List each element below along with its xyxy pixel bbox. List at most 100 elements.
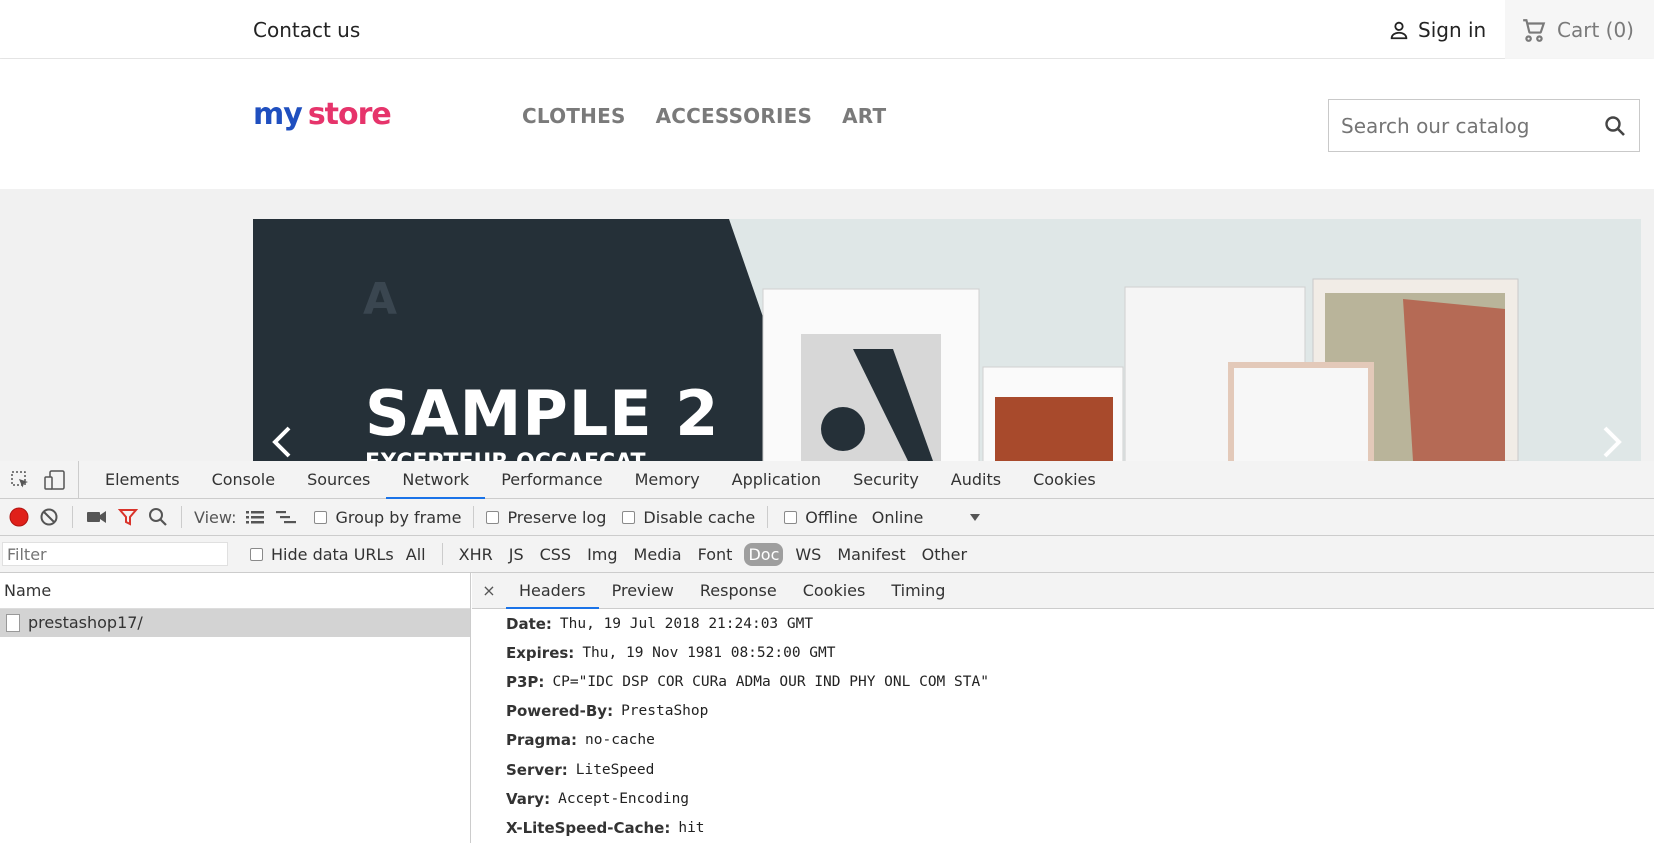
slider-next-icon[interactable]: [1597, 422, 1627, 461]
header-row-litespeed-cache: X-LiteSpeed-Cache: hit: [506, 813, 1654, 842]
checkbox-box: [486, 510, 500, 524]
tab-audits[interactable]: Audits: [935, 461, 1017, 499]
header-value: PrestaShop: [621, 703, 709, 720]
checkbox-box: [622, 510, 636, 524]
record-icon[interactable]: [8, 506, 30, 528]
toolbar-divider: [72, 506, 73, 528]
header-key: Date:: [506, 614, 552, 633]
slide-title: SAMPLE 2: [365, 377, 720, 450]
clear-icon[interactable]: [38, 506, 60, 528]
filter-type-js[interactable]: JS: [505, 543, 528, 566]
filter-type-img[interactable]: Img: [583, 543, 621, 566]
filter-type-xhr[interactable]: XHR: [455, 543, 497, 566]
large-rows-icon[interactable]: [244, 508, 266, 526]
detail-tabbar: × Headers Preview Response Cookies Timin…: [472, 573, 1654, 609]
image-slider: A SAMPLE 2 EXCEPTEUR OCCAECAT: [253, 219, 1641, 461]
toolbar-divider: [181, 506, 182, 528]
tab-detail-cookies[interactable]: Cookies: [790, 573, 879, 609]
tab-performance[interactable]: Performance: [485, 461, 618, 499]
tab-sources[interactable]: Sources: [291, 461, 386, 499]
filter-type-font[interactable]: Font: [694, 543, 737, 566]
filter-type-ws[interactable]: WS: [791, 543, 825, 566]
request-detail-pane: × Headers Preview Response Cookies Timin…: [472, 573, 1654, 843]
filter-divider: [441, 543, 443, 565]
waterfall-overview-icon[interactable]: [274, 508, 298, 526]
header-row-pragma: Pragma: no-cache: [506, 726, 1654, 755]
close-icon[interactable]: ×: [472, 581, 506, 600]
filter-input[interactable]: [2, 542, 228, 566]
header-key: Powered-By:: [506, 702, 614, 721]
header-value: Thu, 19 Jul 2018 21:24:03 GMT: [559, 615, 814, 632]
filter-icon[interactable]: [117, 506, 139, 528]
sign-in-label: Sign in: [1418, 18, 1487, 42]
contact-us-link[interactable]: Contact us: [253, 18, 360, 42]
toolbar-divider: [767, 506, 769, 528]
header-value: hit: [678, 819, 705, 836]
header-row-server: Server: LiteSpeed: [506, 755, 1654, 784]
filter-type-all[interactable]: All: [402, 543, 430, 566]
filter-type-doc[interactable]: Doc: [744, 542, 784, 566]
tab-timing[interactable]: Timing: [878, 573, 958, 609]
tab-response[interactable]: Response: [687, 573, 790, 609]
cart-button[interactable]: Cart (0): [1505, 0, 1654, 59]
nav-item-clothes[interactable]: CLOTHES: [522, 104, 626, 128]
tab-console[interactable]: Console: [196, 461, 292, 499]
tab-memory[interactable]: Memory: [619, 461, 716, 499]
throttling-value: Online: [871, 507, 924, 527]
tab-preview[interactable]: Preview: [599, 573, 687, 609]
tab-security[interactable]: Security: [837, 461, 935, 499]
slide-subtitle: EXCEPTEUR OCCAECAT: [365, 450, 646, 461]
tab-application[interactable]: Application: [716, 461, 837, 499]
tab-cookies[interactable]: Cookies: [1017, 461, 1112, 499]
store-logo[interactable]: my store: [253, 97, 392, 132]
catalog-search: [1328, 99, 1640, 152]
nav-item-accessories[interactable]: ACCESSORIES: [656, 104, 813, 128]
request-row[interactable]: prestashop17/: [0, 609, 470, 637]
header-row-expires: Expires: Thu, 19 Nov 1981 08:52:00 GMT: [506, 638, 1654, 667]
device-toolbar-icon[interactable]: [44, 469, 66, 490]
nav-item-art[interactable]: ART: [842, 104, 886, 128]
cart-label: Cart (0): [1557, 17, 1634, 42]
header-value: LiteSpeed: [575, 761, 655, 778]
toolbar-divider: [473, 506, 475, 528]
filter-type-other[interactable]: Other: [918, 543, 971, 566]
tab-network[interactable]: Network: [386, 461, 486, 499]
devtools-tabbar: Elements Console Sources Network Perform…: [0, 461, 1654, 499]
filter-type-css[interactable]: CSS: [536, 543, 575, 566]
header-key: Expires:: [506, 643, 575, 662]
tab-headers[interactable]: Headers: [506, 573, 599, 609]
request-name: prestashop17/: [28, 613, 143, 632]
search-input[interactable]: [1341, 112, 1591, 140]
preserve-log-checkbox[interactable]: Preserve log: [486, 508, 606, 527]
inspect-element-icon[interactable]: [10, 470, 30, 490]
offline-checkbox[interactable]: Offline: [784, 508, 858, 527]
search-icon[interactable]: [1603, 114, 1627, 138]
search-icon[interactable]: [147, 506, 169, 528]
filter-type-media[interactable]: Media: [630, 543, 686, 566]
capture-screenshots-icon[interactable]: [85, 506, 109, 528]
checkbox-box: [250, 547, 263, 561]
header-row-vary: Vary: Accept-Encoding: [506, 784, 1654, 813]
header-key: Server:: [506, 760, 568, 779]
filter-type-manifest[interactable]: Manifest: [833, 543, 909, 566]
logo-my: my: [253, 97, 303, 132]
logo-store: store: [307, 97, 392, 132]
group-by-frame-checkbox[interactable]: Group by frame: [314, 508, 461, 527]
hide-data-urls-checkbox[interactable]: Hide data URLs: [250, 545, 394, 564]
devtools-panel: Elements Console Sources Network Perform…: [0, 461, 1654, 843]
preserve-log-label: Preserve log: [507, 507, 607, 527]
slider-prev-icon[interactable]: [267, 422, 297, 461]
network-toolbar: View: Group by frame Preserve log Disabl…: [0, 499, 1654, 536]
throttling-select[interactable]: Online: [872, 508, 982, 527]
document-icon: [6, 614, 20, 632]
tab-elements[interactable]: Elements: [89, 461, 196, 499]
header-row-powered-by: Powered-By: PrestaShop: [506, 697, 1654, 726]
header-row-date: Date: Thu, 19 Jul 2018 21:24:03 GMT: [506, 609, 1654, 638]
name-column-header[interactable]: Name: [0, 573, 470, 609]
header-key: Vary:: [506, 789, 551, 808]
disable-cache-checkbox[interactable]: Disable cache: [622, 508, 755, 527]
request-list: Name prestashop17/: [0, 573, 471, 843]
header-value: CP="IDC DSP COR CURa ADMa OUR IND PHY ON…: [552, 673, 989, 690]
sign-in-link[interactable]: Sign in: [1388, 18, 1486, 42]
view-label: View:: [194, 507, 237, 527]
